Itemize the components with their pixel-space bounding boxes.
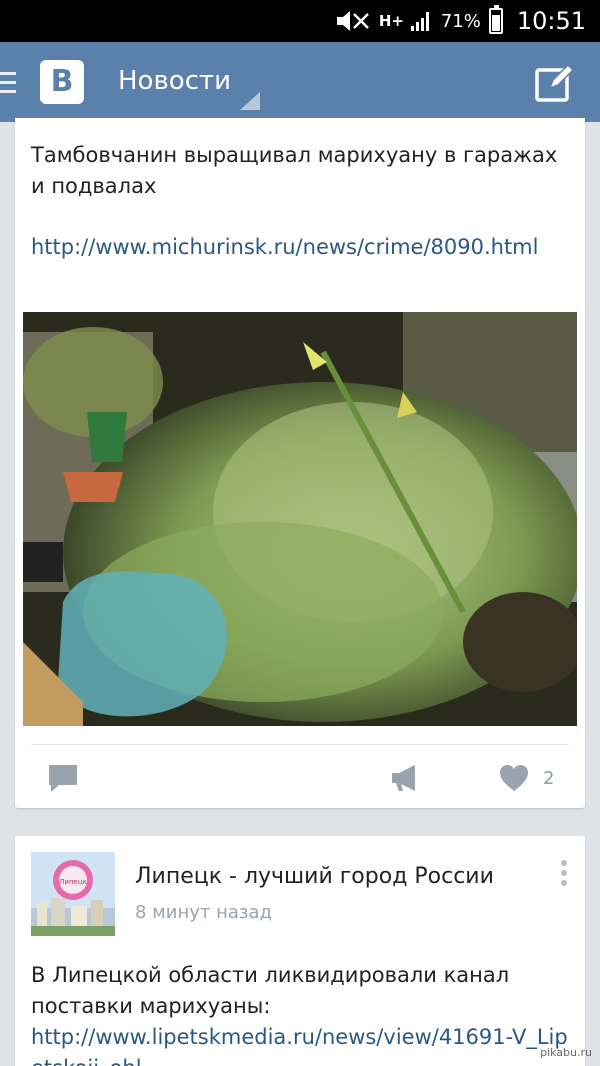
status-icons: H+ 71% 10:51 [335,0,586,42]
more-options-icon[interactable] [559,860,569,890]
avatar-label: Липецк [59,878,87,886]
share-button[interactable] [389,758,421,798]
post-text: В Липецкой области ликвидировали канал п… [31,963,510,1018]
compose-icon[interactable] [534,64,574,104]
post-time: 8 минут назад [135,902,272,923]
vk-logo[interactable]: B [40,60,84,104]
dropdown-corner-icon[interactable] [240,92,260,110]
share-icon [392,765,415,791]
battery-percent: 71% [440,10,481,32]
app-bar: B Новости [0,42,600,122]
like-button[interactable]: 2 [499,758,554,798]
status-bar: H+ 71% 10:51 [0,0,600,42]
divider [31,744,569,745]
cannabis-photo-image [23,312,577,726]
post-photo[interactable] [23,312,577,726]
battery-icon [488,5,503,34]
comment-button[interactable] [47,758,79,798]
menu-icon[interactable] [0,72,16,94]
clock: 10:51 [516,7,586,35]
post-link[interactable]: http://www.michurinsk.ru/news/crime/8090… [31,232,571,263]
post-link[interactable]: http://www.lipetskmedia.ru/news/view/416… [31,1022,571,1066]
post-text: Тамбовчанин выращивал марихуану в гаража… [31,143,558,198]
network-type: H+ [378,12,404,30]
post-card: Тамбовчанин выращивал марихуану в гаража… [15,118,585,808]
group-logo-image: Липецк [31,852,115,936]
like-count: 2 [543,767,555,789]
comment-icon [49,765,77,792]
heart-icon [500,765,528,791]
battery-level [491,15,500,31]
post-card: Липецк Липецк - лучший город России 8 ми… [15,836,585,1066]
page-title[interactable]: Новости [118,66,231,96]
signal-icon [410,12,429,31]
mute-icon [336,11,369,31]
group-name[interactable]: Липецк - лучший город России [135,864,494,889]
group-avatar[interactable]: Липецк [31,852,115,936]
watermark: pikabu.ru [540,1046,592,1059]
